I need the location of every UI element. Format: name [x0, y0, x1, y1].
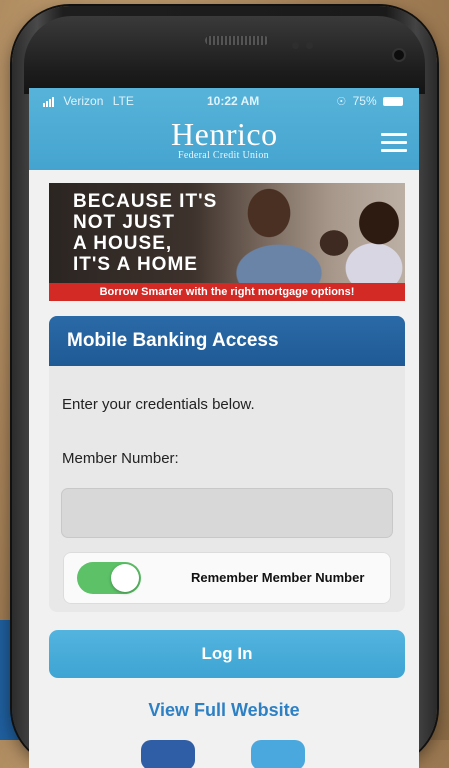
phone-frame: Verizon LTE 10:22 AM ☉ 75% Henrico Feder…	[12, 6, 437, 768]
phone-top-bezel	[24, 16, 425, 94]
twitter-icon[interactable]	[251, 740, 305, 768]
member-number-input[interactable]	[61, 488, 393, 538]
banner-tagline: Borrow Smarter with the right mortgage o…	[49, 283, 405, 301]
facebook-icon[interactable]	[141, 740, 195, 768]
light-sensor	[306, 42, 313, 49]
front-camera	[394, 50, 404, 60]
credentials-instruction: Enter your credentials below.	[62, 396, 255, 413]
banner-headline: BECAUSE IT'S NOT JUST A HOUSE, IT'S A HO…	[73, 191, 217, 275]
remember-member-row: Remember Member Number	[63, 552, 391, 604]
headphone-icon: ☉	[336, 96, 347, 108]
logo-subtitle: Federal Credit Union	[178, 150, 269, 161]
carrier-name: Verizon	[63, 94, 104, 108]
phone-screen: Verizon LTE 10:22 AM ☉ 75% Henrico Feder…	[29, 88, 419, 768]
app-header: Verizon LTE 10:22 AM ☉ 75% Henrico Feder…	[29, 88, 419, 170]
toggle-knob	[111, 564, 139, 592]
mortgage-banner[interactable]: BECAUSE IT'S NOT JUST A HOUSE, IT'S A HO…	[49, 183, 405, 301]
remember-member-label: Remember Member Number	[191, 570, 365, 585]
carrier-info: Verizon LTE	[43, 94, 134, 108]
remember-toggle[interactable]	[77, 562, 141, 594]
henrico-logo: Henrico	[171, 116, 278, 152]
menu-icon[interactable]	[381, 133, 407, 153]
banner-line-1: BECAUSE IT'S	[73, 191, 218, 212]
battery-percent: 75%	[352, 94, 377, 108]
login-card: Mobile Banking Access Enter your credent…	[49, 316, 405, 612]
banner-line-2: NOT JUST	[73, 212, 175, 233]
signal-icon	[43, 96, 57, 107]
banner-line-4: IT'S A HOME	[73, 254, 198, 275]
battery-icon	[383, 97, 403, 107]
battery-info: ☉ 75%	[336, 94, 403, 108]
view-full-website-link[interactable]: View Full Website	[29, 700, 419, 721]
status-time: 10:22 AM	[207, 94, 260, 108]
speaker-grille	[205, 36, 269, 45]
network-type: LTE	[112, 94, 134, 108]
proximity-sensor	[292, 42, 299, 49]
family-photo	[199, 183, 405, 283]
login-button[interactable]: Log In	[49, 630, 405, 678]
login-card-title: Mobile Banking Access	[49, 316, 405, 366]
member-number-label: Member Number:	[62, 450, 179, 467]
banner-line-3: A HOUSE,	[73, 233, 173, 254]
status-bar: Verizon LTE 10:22 AM ☉ 75%	[29, 94, 419, 110]
